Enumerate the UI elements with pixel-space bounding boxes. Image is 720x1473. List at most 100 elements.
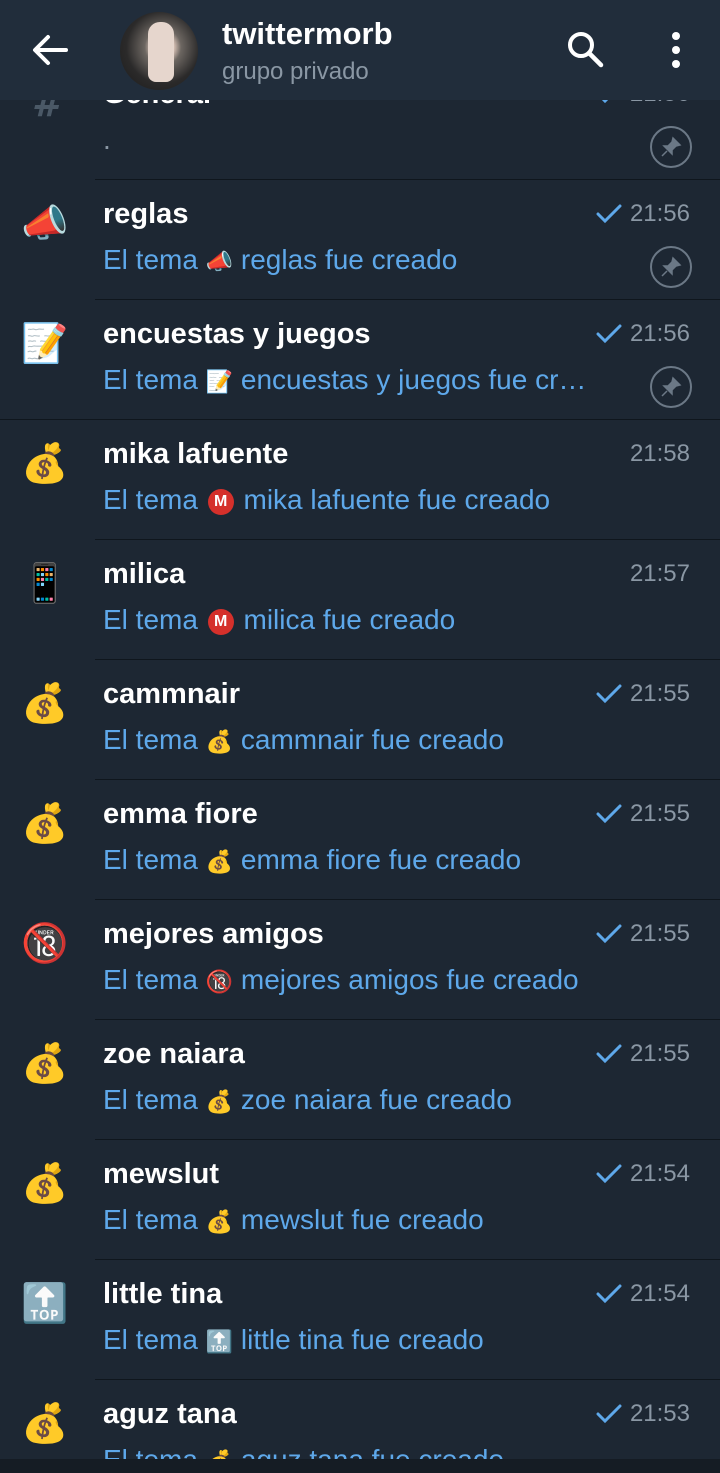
topic-preview: El tema 💰 zoe naiara fue creado: [103, 1084, 633, 1116]
topic-m-badge-icon: M: [207, 488, 234, 515]
money-bag-icon: 💰: [21, 801, 69, 845]
topic-row[interactable]: 💰 mika lafuente El tema M mika lafuente fu…: [0, 420, 720, 540]
topic-preview: El tema 📣 reglas fue creado: [103, 244, 633, 276]
topic-emoji-icon: 📣: [205, 250, 234, 275]
preview-prefix: El tema: [103, 724, 198, 755]
topic-preview: El tema 📝 encuestas y juegos fue cr…: [103, 364, 633, 396]
topic-row[interactable]: 💰 emma fiore El tema 💰 emma fiore fue crea…: [0, 780, 720, 900]
group-title[interactable]: twittermorb: [222, 16, 393, 52]
topic-preview: El tema 💰 emma fiore fue creado: [103, 844, 633, 876]
pin-icon: [650, 246, 692, 288]
topic-time: 21:58: [630, 440, 690, 468]
preview-suffix: milica fue creado: [243, 604, 456, 635]
time-label: 21:55: [629, 1040, 690, 1067]
topic-emoji-icon: 💰: [205, 730, 234, 755]
group-subtitle: grupo privado: [222, 58, 369, 85]
topic-title: zoe naiara: [103, 1038, 245, 1070]
topic-emoji-icon: 🔝: [205, 1330, 234, 1355]
topic-time: 21:57: [630, 560, 690, 588]
topic-row[interactable]: 📣 reglas El tema 📣 reglas fue creado 21:56: [0, 180, 720, 300]
topic-title: encuestas y juegos: [103, 318, 371, 350]
time-label: 21:53: [629, 1400, 690, 1427]
pin-icon: [650, 366, 692, 408]
topic-title: little tina: [103, 1278, 223, 1310]
read-check-icon: [596, 1164, 622, 1184]
topic-row[interactable]: 📱 milica El tema M milica fue creado 21:57: [0, 540, 720, 660]
time-label: 21:54: [629, 1160, 690, 1187]
topic-row[interactable]: 💰 zoe naiara El tema 💰 zoe naiara fue crea…: [0, 1020, 720, 1140]
preview-prefix: El tema: [103, 844, 198, 875]
mobile-phone-icon: 📱: [21, 561, 69, 605]
topic-row[interactable]: 💰 cammnair El tema 💰 cammnair fue creado 21…: [0, 660, 720, 780]
memo-icon: 📝: [21, 321, 69, 365]
app-header: twittermorb grupo privado: [0, 0, 720, 100]
topic-m-badge-icon: M: [207, 608, 234, 635]
preview-prefix: El tema: [103, 1324, 198, 1355]
time-label: 21:56: [629, 200, 690, 227]
topic-preview: El tema M mika lafuente fue creado: [103, 484, 633, 516]
time-label: 21:57: [629, 560, 690, 587]
topic-title: mejores amigos: [103, 918, 324, 950]
preview-suffix: zoe naiara fue creado: [240, 1084, 512, 1115]
topic-emoji-icon: 💰: [205, 850, 234, 875]
topic-emoji-icon: 💰: [205, 1090, 234, 1115]
topic-time: 21:56: [596, 320, 690, 348]
preview-prefix: El tema: [103, 1084, 198, 1115]
topic-preview: El tema M milica fue creado: [103, 604, 633, 636]
preview-prefix: El tema: [103, 964, 198, 995]
money-bag-icon: 💰: [21, 681, 69, 725]
preview-prefix: El tema: [103, 244, 198, 275]
topic-time: 21:53: [596, 1400, 690, 1428]
group-avatar[interactable]: [120, 12, 198, 90]
topic-list[interactable]: #General.21:56📣reglasEl tema 📣 reglas fu…: [0, 0, 720, 1473]
topic-title: aguz tana: [103, 1398, 237, 1430]
topic-title: cammnair: [103, 678, 241, 710]
preview-suffix: mewslut fue creado: [240, 1204, 484, 1235]
money-bag-icon: 💰: [21, 441, 69, 485]
topic-emoji-icon: 📝: [205, 370, 234, 395]
pin-icon: [650, 126, 692, 168]
read-check-icon: [596, 1284, 622, 1304]
money-bag-icon: 💰: [21, 1161, 69, 1205]
topic-title: mewslut: [103, 1158, 220, 1190]
topic-row[interactable]: 🔝 little tina El tema 🔝 little tina fue cr…: [0, 1260, 720, 1380]
search-icon[interactable]: [566, 30, 604, 68]
read-check-icon: [596, 324, 622, 344]
topic-time: 21:55: [596, 800, 690, 828]
topic-title: reglas: [103, 198, 189, 230]
time-label: 21:58: [629, 440, 690, 467]
time-label: 21:55: [629, 680, 690, 707]
topic-time: 21:56: [596, 200, 690, 228]
preview-suffix: little tina fue creado: [240, 1324, 484, 1355]
topic-preview: El tema 🔝 little tina fue creado: [103, 1324, 633, 1356]
money-bag-icon: 💰: [21, 1041, 69, 1085]
preview-prefix: El tema: [103, 1204, 198, 1235]
read-check-icon: [596, 684, 622, 704]
preview-suffix: mika lafuente fue creado: [243, 484, 551, 515]
preview-prefix: El tema: [103, 364, 198, 395]
preview-suffix: emma fiore fue creado: [240, 844, 522, 875]
topic-time: 21:55: [596, 920, 690, 948]
topic-row[interactable]: 📝 encuestas y juegos El tema 📝 encuestas y…: [0, 300, 720, 420]
time-label: 21:55: [629, 920, 690, 947]
topic-emoji-icon: 🔞: [205, 970, 234, 995]
topic-row[interactable]: 💰 mewslut El tema 💰 mewslut fue creado 21:5…: [0, 1140, 720, 1260]
read-check-icon: [596, 1404, 622, 1424]
more-options-icon[interactable]: [664, 30, 688, 70]
topic-row[interactable]: 🔞 mejores amigos El tema 🔞 mejores amigos …: [0, 900, 720, 1020]
topic-time: 21:55: [596, 1040, 690, 1068]
money-bag-icon: 💰: [21, 1401, 69, 1445]
topic-time: 21:54: [596, 1280, 690, 1308]
time-label: 21:54: [629, 1280, 690, 1307]
topic-emoji-icon: 💰: [205, 1210, 234, 1235]
read-check-icon: [596, 804, 622, 824]
topic-title: emma fiore: [103, 798, 258, 830]
back-arrow-icon[interactable]: [30, 30, 70, 70]
no-under-18-icon: 🔞: [21, 921, 69, 965]
preview-suffix: cammnair fue creado: [240, 724, 504, 755]
preview-prefix: El tema: [103, 604, 198, 635]
bottom-strip: [0, 1459, 720, 1473]
megaphone-icon: 📣: [21, 201, 69, 245]
topic-preview: El tema 🔞 mejores amigos fue creado: [103, 964, 633, 996]
preview-suffix: reglas fue creado: [240, 244, 458, 275]
